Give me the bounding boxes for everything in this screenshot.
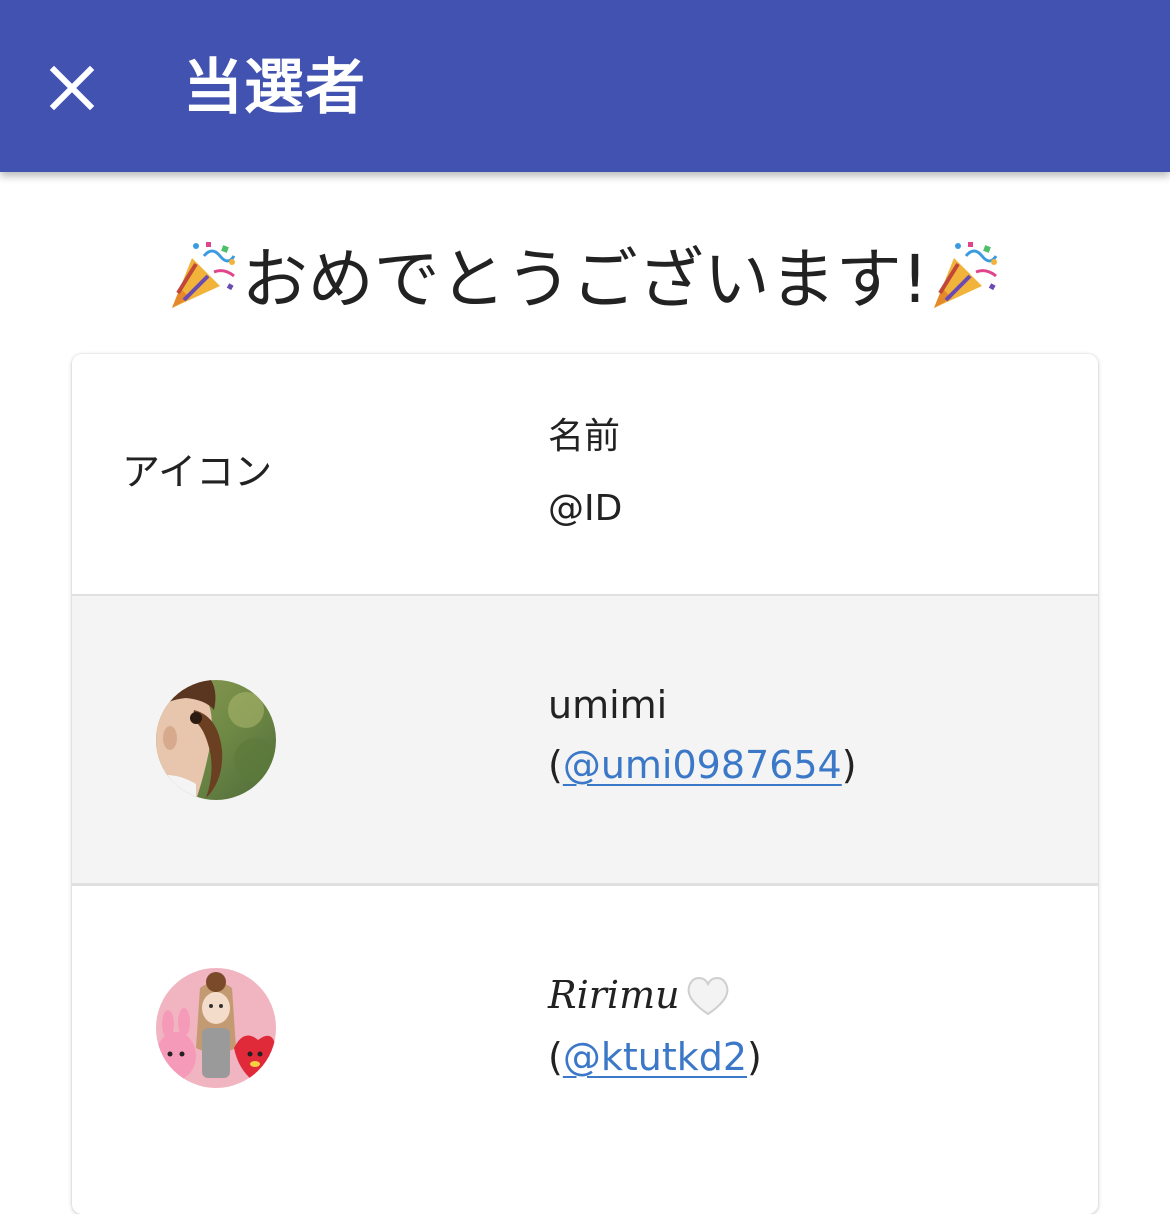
table-row: 𝑅𝑖𝑟𝑖𝑚𝑢 (@ktutkd2) <box>72 886 1098 1214</box>
header-id-label: @ID <box>548 488 623 529</box>
avatar[interactable] <box>156 968 276 1088</box>
white-heart-icon <box>687 977 728 1016</box>
party-popper-icon <box>934 242 998 308</box>
winners-table: アイコン 名前 @ID umimi (@umi0987654) 𝑅𝑖𝑟𝑖𝑚𝑢 (… <box>72 354 1098 1214</box>
winner-id: (@ktutkd2) <box>548 1035 762 1079</box>
table-row: umimi (@umi0987654) <box>72 596 1098 883</box>
page-title: 当選者 <box>183 53 366 123</box>
avatar[interactable] <box>156 680 276 800</box>
avatar-ponytail-photo <box>156 680 276 800</box>
party-popper-icon <box>171 242 236 308</box>
congrats-text: おめでとうございます! <box>241 241 929 318</box>
winner-name: umimi <box>548 683 668 727</box>
header-icon-label: アイコン <box>122 450 273 494</box>
header-name-label: 名前 <box>548 416 621 457</box>
congrats-banner: おめでとうございます! <box>0 236 1170 322</box>
winner-name: 𝑅𝑖𝑟𝑖𝑚𝑢 <box>548 972 732 1020</box>
avatar-doll-with-characters <box>156 968 276 1088</box>
winner-id: (@umi0987654) <box>548 743 857 787</box>
close-button[interactable] <box>42 58 102 118</box>
winner-id-link[interactable]: @ktutkd2 <box>563 1035 747 1079</box>
winner-id-link[interactable]: @umi0987654 <box>563 743 842 787</box>
table-header: アイコン 名前 @ID <box>72 354 1098 594</box>
app-bar: 当選者 <box>0 0 1170 172</box>
close-icon <box>49 65 95 111</box>
